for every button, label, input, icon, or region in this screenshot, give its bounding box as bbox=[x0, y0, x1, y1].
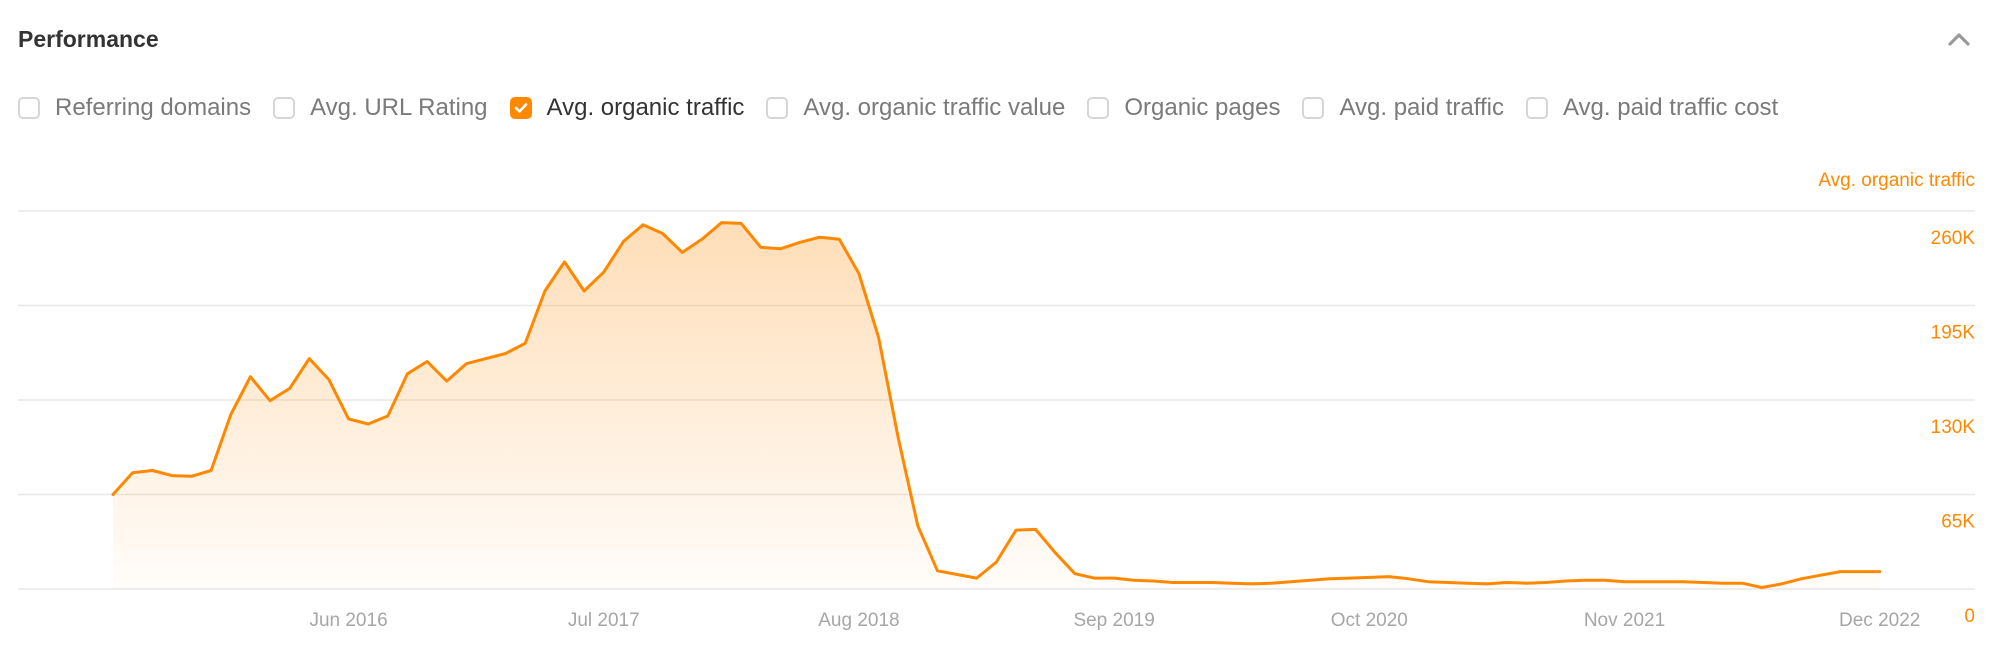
series-area-fill bbox=[113, 222, 1880, 589]
x-tick-label: Aug 2018 bbox=[818, 610, 899, 631]
y-tick-label: 0 bbox=[1964, 606, 1975, 627]
y-tick-label: 260K bbox=[1931, 228, 1976, 249]
x-tick-label: Dec 2022 bbox=[1839, 610, 1920, 631]
x-tick-label: Jul 2017 bbox=[568, 610, 640, 631]
x-tick-label: Oct 2020 bbox=[1331, 610, 1408, 631]
y-tick-label: 65K bbox=[1941, 512, 1975, 533]
organic-traffic-chart: 0 65K 130K 195K 260K Jun 2016 Jul 2017 Aug 2018… bbox=[18, 210, 1976, 631]
x-tick-label: Nov 2021 bbox=[1584, 610, 1665, 631]
y-tick-label: 195K bbox=[1931, 323, 1976, 344]
y-tick-label: 130K bbox=[1931, 417, 1976, 438]
x-tick-label: Sep 2019 bbox=[1073, 610, 1154, 631]
x-tick-label: Jun 2016 bbox=[309, 610, 387, 631]
